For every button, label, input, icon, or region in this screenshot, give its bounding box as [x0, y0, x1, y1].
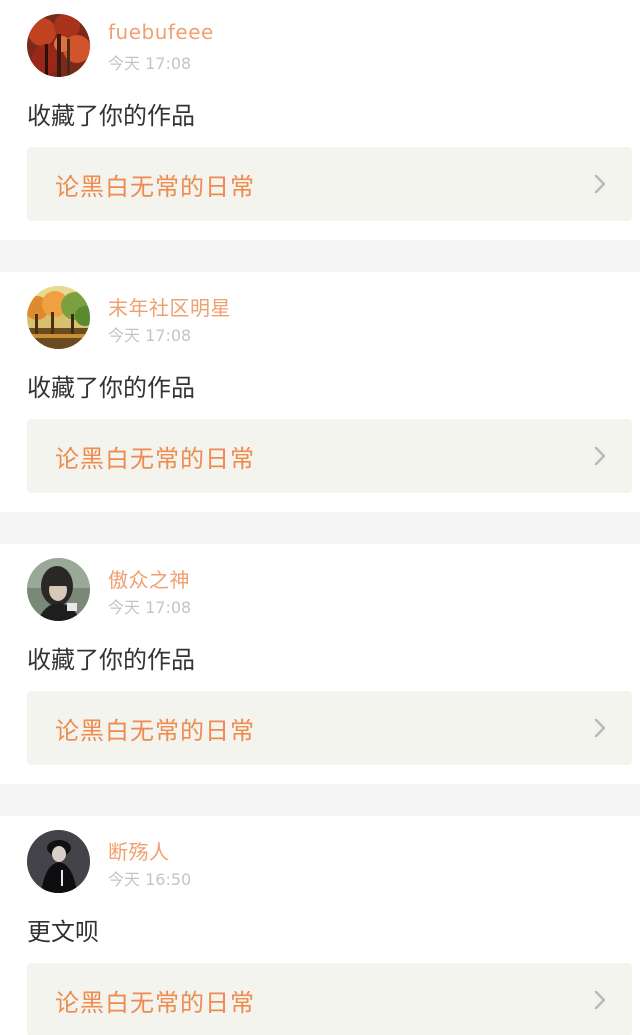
notification-feed: fuebufeee 今天 17:08 收藏了你的作品 论黑白无常的日常 末年社区…: [0, 0, 640, 1035]
notification-message: 收藏了你的作品: [27, 646, 195, 674]
autumn-tree-icon: [27, 14, 90, 77]
work-link[interactable]: 论黑白无常的日常: [27, 419, 632, 493]
notification-card: 末年社区明星 今天 17:08 收藏了你的作品 论黑白无常的日常: [0, 272, 640, 512]
notification-card: 断殇人 今天 16:50 更文呗 论黑白无常的日常: [0, 816, 640, 1035]
work-title: 论黑白无常的日常: [55, 444, 255, 473]
notification-card: fuebufeee 今天 17:08 收藏了你的作品 论黑白无常的日常: [0, 0, 640, 240]
timestamp: 今天 17:08: [108, 326, 192, 345]
chevron-right-icon: [594, 990, 606, 1010]
notification-message: 收藏了你的作品: [27, 374, 195, 402]
work-title: 论黑白无常的日常: [55, 988, 255, 1017]
timestamp: 今天 17:08: [108, 54, 192, 73]
avatar[interactable]: [27, 558, 90, 621]
notification-message: 更文呗: [27, 918, 99, 946]
username[interactable]: 末年社区明星: [108, 292, 231, 321]
chevron-right-icon: [594, 718, 606, 738]
autumn-forest-icon: [27, 286, 90, 349]
dark-figure-icon: [27, 830, 90, 893]
work-title: 论黑白无常的日常: [55, 716, 255, 745]
avatar[interactable]: [27, 830, 90, 893]
notification-message: 收藏了你的作品: [27, 102, 195, 130]
timestamp: 今天 17:08: [108, 598, 192, 617]
work-link[interactable]: 论黑白无常的日常: [27, 691, 632, 765]
work-title: 论黑白无常的日常: [55, 172, 255, 201]
work-link[interactable]: 论黑白无常的日常: [27, 147, 632, 221]
work-link[interactable]: 论黑白无常的日常: [27, 963, 632, 1035]
username[interactable]: fuebufeee: [108, 20, 214, 44]
chevron-right-icon: [594, 446, 606, 466]
avatar[interactable]: [27, 14, 90, 77]
username[interactable]: 傲众之神: [108, 564, 190, 593]
timestamp: 今天 16:50: [108, 870, 192, 889]
chevron-right-icon: [594, 174, 606, 194]
notification-card: 傲众之神 今天 17:08 收藏了你的作品 论黑白无常的日常: [0, 544, 640, 784]
avatar[interactable]: [27, 286, 90, 349]
username[interactable]: 断殇人: [108, 836, 170, 865]
portrait-girl-icon: [27, 558, 90, 621]
